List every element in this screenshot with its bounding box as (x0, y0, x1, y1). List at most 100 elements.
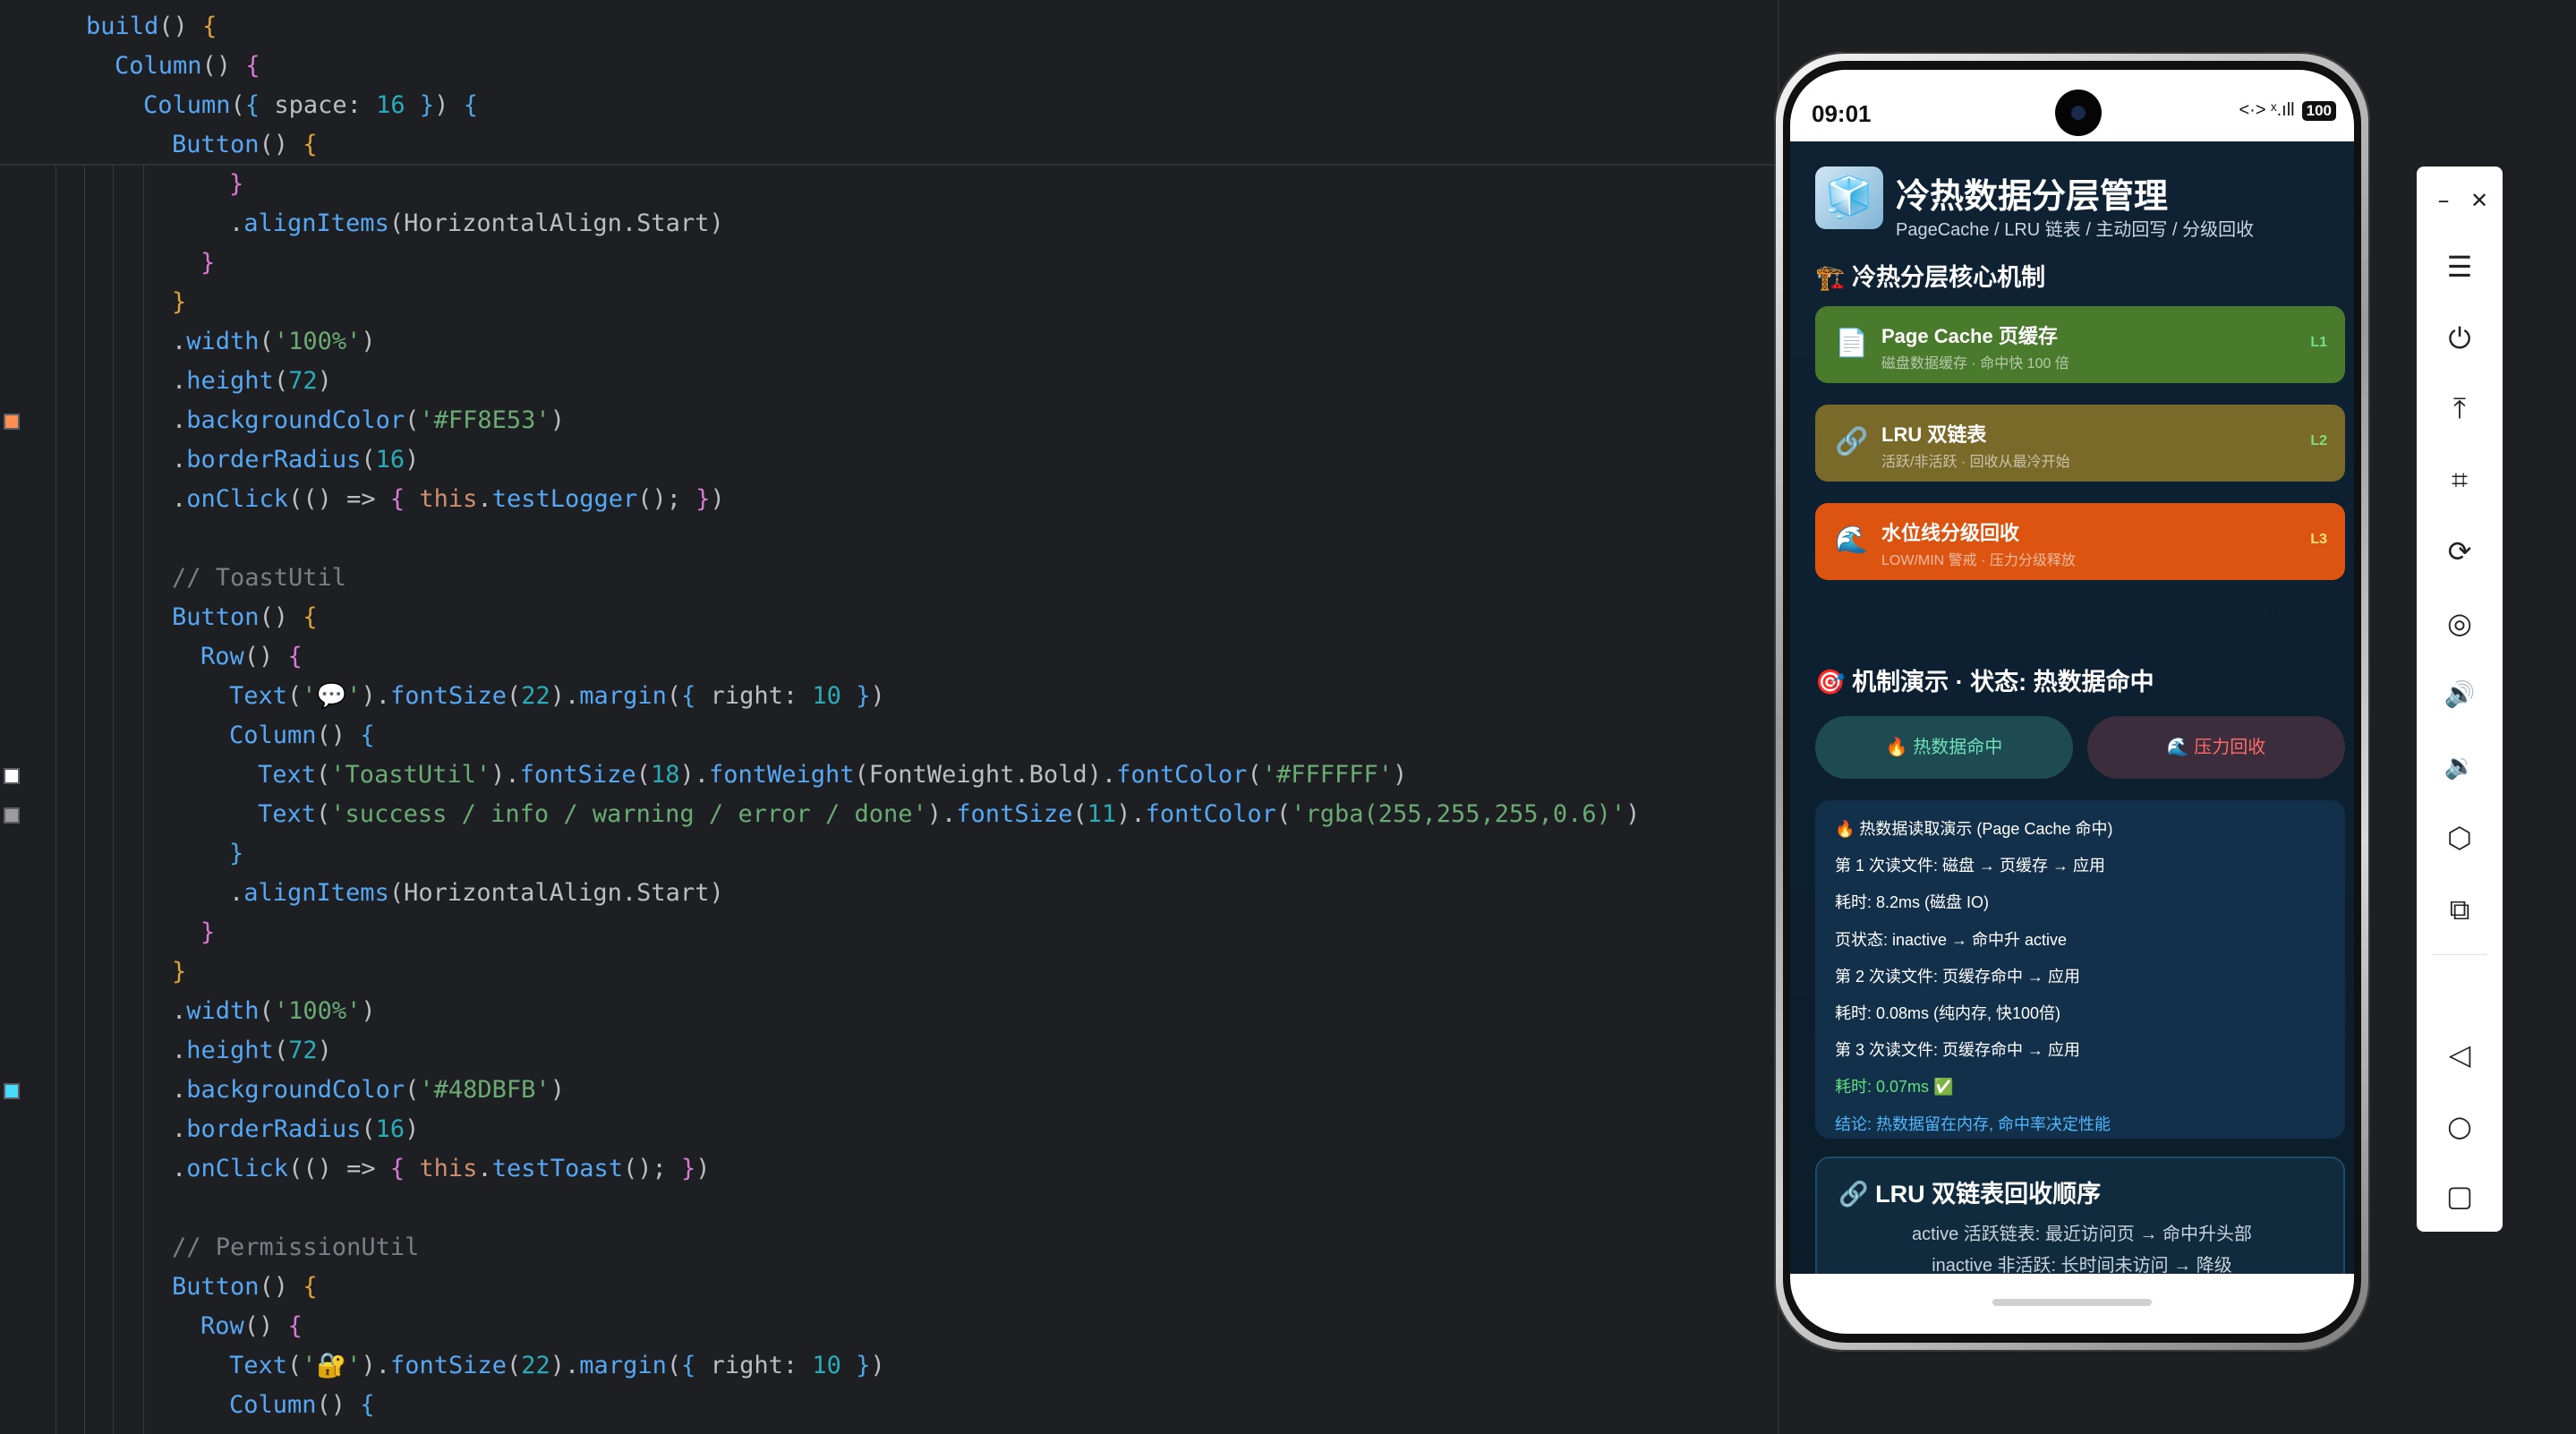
code-line[interactable]: .alignItems(HorizontalAlign.Start) (229, 874, 724, 913)
code-line[interactable]: // ToastUtil (172, 559, 346, 598)
code-line[interactable]: .height(72) (172, 362, 332, 401)
pin-top-icon[interactable]: ⤒ (2442, 390, 2478, 426)
code-line[interactable]: .backgroundColor('#FF8E53') (172, 401, 565, 440)
home-icon[interactable]: ○ (2442, 1108, 2478, 1144)
code-token: 10 (812, 682, 841, 710)
code-line[interactable]: Column() { (229, 1386, 375, 1425)
code-token: height (186, 1037, 274, 1064)
screenshot-icon[interactable]: ◎ (2442, 605, 2478, 641)
code-token: ( (507, 1352, 522, 1379)
code-line[interactable]: Text('💬').fontSize(22).margin({ right: 1… (229, 677, 885, 716)
menu-icon[interactable]: ☰ (2442, 249, 2478, 285)
pressure-reclaim-button[interactable]: 🌊 压力回收 (2087, 716, 2345, 779)
code-token: } (200, 918, 216, 946)
code-line[interactable]: Text('🔐').fontSize(22).margin({ right: 1… (229, 1346, 885, 1386)
code-line[interactable]: Row() { (200, 637, 303, 677)
code-token: ) (550, 1076, 565, 1104)
code-line[interactable]: } (200, 913, 215, 952)
code-line[interactable]: Column({ space: 16 }) { (143, 86, 478, 125)
minimize-icon[interactable]: – (2426, 183, 2461, 218)
crop-icon[interactable]: ⌗ (2442, 462, 2478, 498)
code-token: ( (635, 761, 651, 789)
code-token: { (244, 91, 260, 119)
code-line[interactable]: Button() { (172, 125, 318, 165)
code-line[interactable]: } (200, 243, 215, 283)
code-token: Button (172, 603, 260, 631)
code-token: fontSize (389, 1352, 507, 1379)
power-icon[interactable]: ⏻ (2442, 320, 2478, 356)
code-line[interactable]: Button() { (172, 1268, 318, 1307)
code-token: ( (287, 682, 303, 710)
code-line[interactable]: Button() { (172, 598, 318, 637)
phone-screen[interactable]: 09:01 <·> ˣ.ıll 100 🧊 冷热数据分层管理 PageCache… (1790, 70, 2354, 1334)
code-line[interactable]: } (229, 165, 243, 204)
volume-down-icon[interactable]: 🔉 (2442, 748, 2478, 784)
code-line[interactable]: } (229, 834, 243, 874)
code-token: ). (550, 682, 580, 710)
home-indicator[interactable] (1992, 1299, 2152, 1306)
code-token: (); (623, 1155, 682, 1182)
log-line: 第 2 次读文件: 页缓存命中 → 应用 (1835, 967, 2081, 986)
code-line[interactable]: } (172, 283, 186, 322)
recents-icon[interactable]: ▢ (2442, 1178, 2478, 1214)
code-line[interactable]: .borderRadius(16) (172, 1110, 419, 1149)
rotate-icon[interactable]: ⟳ (2442, 533, 2478, 569)
hot-data-button[interactable]: 🔥 热数据命中 (1815, 716, 2073, 779)
code-line[interactable]: Row() { (200, 1307, 303, 1346)
battery-icon: 100 (2301, 100, 2336, 121)
code-token: fontSize (389, 682, 507, 710)
code-line[interactable]: .onClick(() => { this.testLogger(); }) (172, 480, 725, 519)
code-token: '🔐' (302, 1352, 362, 1379)
code-token: } (172, 958, 187, 986)
code-token: ( (1275, 800, 1292, 828)
code-line[interactable]: } (172, 952, 186, 992)
code-token: (); (637, 485, 696, 513)
code-token: Button (172, 1273, 260, 1301)
code-token: ). (361, 1352, 390, 1379)
code-token: ( (316, 761, 331, 789)
app-content[interactable]: 🧊 冷热数据分层管理 PageCache / LRU 链表 / 主动回写 / 分… (1790, 141, 2354, 1334)
code-token: { (681, 682, 696, 710)
code-token: ) (710, 485, 725, 513)
code-line[interactable]: .width('100%') (172, 322, 376, 362)
code-line[interactable]: .alignItems(HorizontalAlign.Start) (229, 204, 724, 243)
code-token: ) (1393, 761, 1408, 789)
code-line[interactable]: Column() { (115, 47, 260, 86)
fold-icon[interactable]: ⬡ (2442, 820, 2478, 856)
code-token: . (229, 209, 244, 237)
color-swatch-white[interactable] (4, 768, 20, 784)
code-line[interactable]: .backgroundColor('#48DBFB') (172, 1071, 565, 1110)
layer-card-lru[interactable]: 🔗 LRU 双链表 活跃/非活跃 · 回收从最冷开始 L2 (1815, 405, 2345, 482)
code-token: ) (361, 997, 376, 1025)
code-token: ) (405, 446, 420, 474)
layer-card-watermark[interactable]: 🌊 水位线分级回收 LOW/MIN 警戒 · 压力分级释放 L3 (1815, 503, 2345, 580)
close-icon[interactable]: ✕ (2461, 183, 2497, 218)
code-token: { (463, 91, 478, 119)
color-swatch-cyan[interactable] (4, 1083, 20, 1099)
code-token: ( (1247, 761, 1262, 789)
back-icon[interactable]: ◁ (2442, 1037, 2478, 1072)
code-editor[interactable]: build() {Column() {Column({ space: 16 })… (0, 0, 1778, 1434)
app-title: 冷热数据分层管理 (1896, 178, 2169, 216)
code-line[interactable]: build() { (86, 7, 217, 47)
color-swatch-grey[interactable] (4, 807, 20, 824)
multi-screen-icon[interactable]: ⧉ (2442, 892, 2478, 927)
code-line[interactable]: .width('100%') (172, 992, 376, 1031)
code-token: ). (679, 761, 709, 789)
code-token: ( (666, 1352, 682, 1379)
code-line[interactable]: // PermissionUtil (172, 1228, 419, 1268)
color-swatch-orange[interactable] (4, 414, 20, 430)
code-line[interactable]: .onClick(() => { this.testToast(); }) (172, 1149, 711, 1189)
code-line[interactable]: .borderRadius(16) (172, 440, 419, 480)
volume-up-icon[interactable]: 🔊 (2442, 677, 2478, 713)
code-line[interactable]: Column() { (229, 716, 375, 755)
layer-card-page-cache[interactable]: 📄 Page Cache 页缓存 磁盘数据缓存 · 命中快 100 倍 L1 (1815, 306, 2345, 383)
code-line[interactable]: Text('success / info / warning / error /… (258, 795, 1640, 834)
layer-name: LRU 双链表 (1881, 423, 1987, 446)
emulator-toolbar: – ✕ ☰ ⏻ ⤒ ⌗ ⟳ ◎ 🔊 🔉 ⬡ ⧉ ◁ ○ ▢ (2417, 166, 2503, 1232)
code-line[interactable]: .height(72) (172, 1031, 332, 1071)
indent-guide (84, 164, 85, 1434)
code-line[interactable]: Text('ToastUtil').fontSize(18).fontWeigh… (258, 755, 1407, 795)
code-token: ). (361, 682, 390, 710)
code-token: ( (361, 446, 376, 474)
